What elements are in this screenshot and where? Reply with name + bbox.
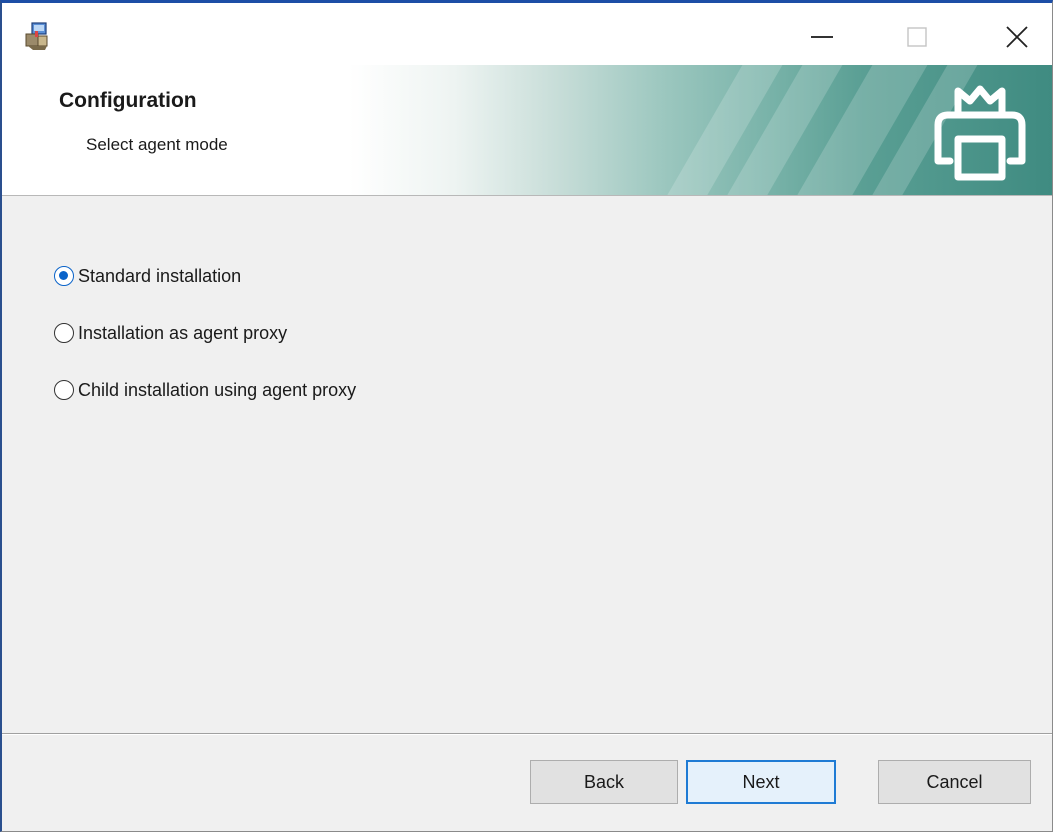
close-button[interactable]	[987, 11, 1047, 63]
installer-window: Configuration Select agent mode Standard…	[0, 0, 1053, 832]
minimize-icon	[811, 36, 833, 38]
footer-divider	[2, 733, 1052, 735]
option-label: Child installation using agent proxy	[78, 379, 357, 400]
title-bar	[2, 3, 1052, 65]
minimize-button[interactable]	[792, 11, 852, 63]
installer-package-icon	[25, 22, 48, 50]
option-label: Installation as agent proxy	[78, 322, 288, 343]
maximize-button[interactable]	[887, 11, 947, 63]
radio-button-selected[interactable]	[54, 266, 74, 286]
printer-crown-icon	[934, 85, 1026, 181]
maximize-icon	[907, 27, 927, 47]
radio-standard-installation[interactable]: Standard installation	[54, 261, 474, 291]
cancel-button[interactable]: Cancel	[878, 760, 1031, 804]
radio-button[interactable]	[54, 323, 74, 343]
page-subtitle: Select agent mode	[86, 135, 228, 154]
back-button[interactable]: Back	[530, 760, 678, 804]
radio-button[interactable]	[54, 380, 74, 400]
radio-child-installation[interactable]: Child installation using agent proxy	[54, 375, 474, 405]
radio-agent-proxy-installation[interactable]: Installation as agent proxy	[54, 318, 474, 348]
next-button[interactable]: Next	[686, 760, 836, 804]
page-title: Configuration	[59, 89, 197, 112]
close-icon	[1006, 26, 1028, 48]
option-label: Standard installation	[78, 265, 242, 286]
header-banner: Configuration Select agent mode	[2, 65, 1052, 196]
